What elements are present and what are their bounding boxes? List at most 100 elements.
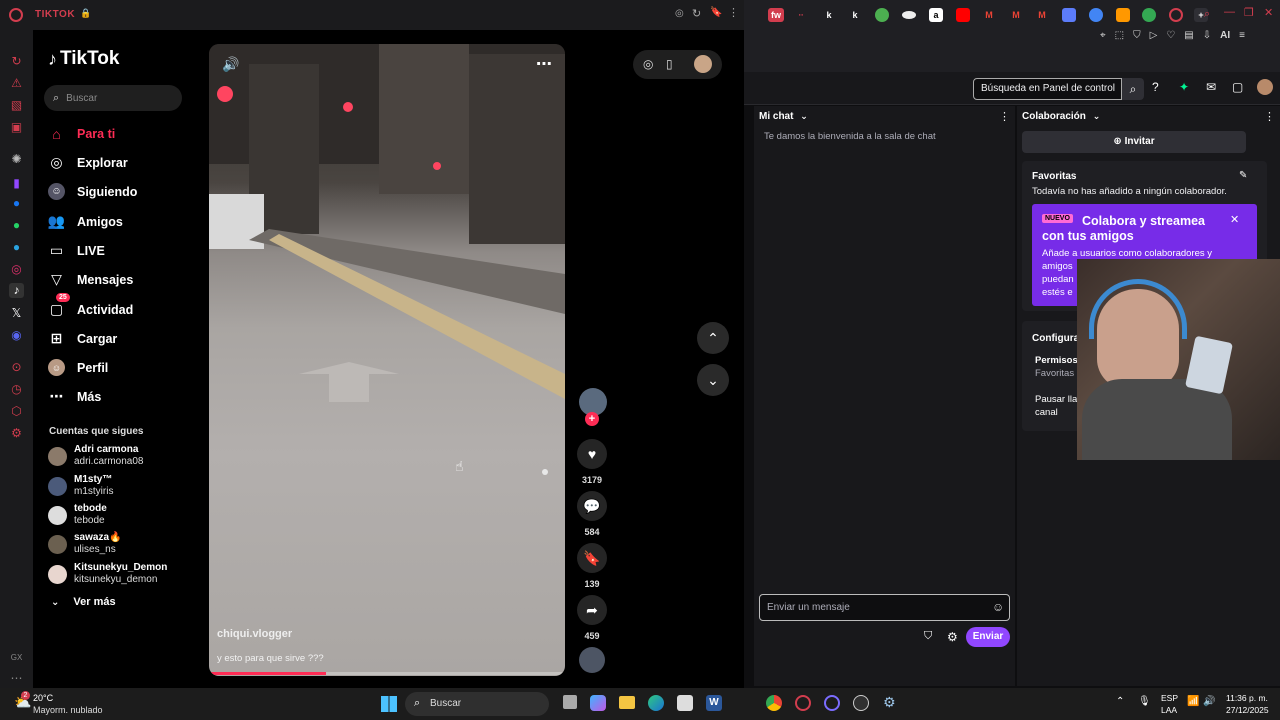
opera-gx-icon[interactable] [795,695,811,711]
video-progress-track[interactable] [209,672,565,675]
gmail-icon[interactable]: M [1009,8,1023,22]
previous-video-button[interactable]: ⌃ [697,322,729,354]
word-icon[interactable]: W [706,695,722,711]
wallet-icon[interactable]: ▤ [1184,30,1193,41]
volume-icon[interactable]: 🔊 [222,56,239,73]
extensions-icon[interactable]: ⬡ [9,404,24,419]
menu-icon[interactable]: ≡ [1239,30,1245,41]
ai-button[interactable]: AI [1220,30,1230,41]
send-button[interactable]: Enviar [966,627,1010,647]
following-item[interactable]: M1sty™ m1styiris [48,474,113,498]
nav-mas[interactable]: ⋯ Más [48,388,102,405]
chrome-icon[interactable] [766,695,782,711]
wifi-icon[interactable]: 📶 [1187,696,1199,707]
chrome-icon[interactable] [875,8,889,22]
copilot-icon[interactable] [590,695,606,711]
following-item[interactable]: Kitsunekyu_Demon kitsunekyu_demon [48,562,167,586]
google-icon[interactable] [1142,8,1156,22]
google-icon[interactable] [1089,8,1103,22]
see-more-button[interactable]: ⌄ Ver más [51,596,116,608]
obs-icon[interactable] [853,695,869,711]
download-icon[interactable]: ⇩ [1203,30,1211,41]
settings-icon[interactable]: ⚙ [9,426,24,441]
collab-menu-icon[interactable]: ⋮ [1264,110,1275,123]
search-tabs-icon[interactable]: ⌕ [1204,8,1210,21]
shield-icon[interactable]: ⛉ [1133,30,1141,41]
sparkle-icon[interactable]: ✦ [1179,80,1189,94]
task-view-icon[interactable] [563,695,577,709]
follow-plus-icon[interactable]: + [585,412,599,426]
close-icon[interactable]: ✕ [1264,6,1273,19]
tab-icon[interactable]: k [822,8,836,22]
tiktok-icon[interactable]: ♪ [9,283,24,298]
tab-icon[interactable]: k [848,8,862,22]
chat-input[interactable]: Enviar un mensaje ☺ [759,594,1010,621]
emoji-icon[interactable]: ☺ [992,600,1004,614]
reload-icon[interactable]: ↻ [692,7,701,20]
sidebar-app-icon[interactable]: ⚠ [9,76,24,91]
store-icon[interactable] [677,695,693,711]
chat-menu-icon[interactable]: ⋮ [999,110,1010,123]
tab-icon[interactable] [902,11,916,19]
tray-chevron-icon[interactable]: ⌃ [1116,696,1124,707]
following-item[interactable]: Adri carmona adri.carmona08 [48,444,143,468]
telegram-icon[interactable]: ● [9,240,24,255]
amazon-icon[interactable]: a [929,8,943,22]
nav-live[interactable]: ▭ LIVE [48,242,105,259]
tab-icon[interactable] [1062,8,1076,22]
tab-icon[interactable]: ∙∙ [794,8,808,22]
compass-icon[interactable]: ◎ [643,57,653,71]
search-button[interactable]: ⌕ [1122,78,1144,100]
avatar[interactable] [694,55,712,73]
avatar[interactable] [1257,79,1273,95]
start-icon[interactable] [381,696,397,712]
search-input[interactable]: Búsqueda en Panel de control [973,78,1122,100]
nav-explorar[interactable]: ◎ Explorar [48,154,127,171]
chat-settings-icon[interactable]: ⚙ [947,630,958,644]
chatgpt-icon[interactable]: ✺ [9,152,24,167]
twitch-icon[interactable]: ▮ [9,176,24,191]
tiktok-logo[interactable]: ♪ TikTok [48,48,119,70]
gx-icon[interactable]: GX [9,650,24,665]
nav-para-ti[interactable]: ⌂ Para ti [48,125,115,142]
language-code[interactable]: ESP [1161,693,1178,703]
mic-icon[interactable]: 🎙 [1138,696,1151,707]
messenger-icon[interactable]: ● [9,196,24,211]
invite-button[interactable]: ⊕ Invitar [1022,131,1246,153]
clock-time[interactable]: 11:36 p. m. [1226,693,1268,703]
minimize-icon[interactable]: — [1224,6,1235,18]
history-icon[interactable]: ◷ [9,382,24,397]
help-icon[interactable]: ? [1152,80,1159,94]
inbox-icon[interactable]: ✉ [1206,80,1216,94]
settings-icon[interactable]: ⚙ [883,694,896,711]
whatsapp-icon[interactable]: ● [9,218,24,233]
folder-icon[interactable] [619,696,635,709]
nav-mensajes[interactable]: ▽ Mensajes [48,271,133,288]
youtube-icon[interactable] [956,8,970,22]
weather-temp[interactable]: 20°C [33,693,53,703]
heart-icon[interactable]: ♡ [1166,30,1175,41]
chat-header[interactable]: Mi chat ⌄ [759,111,808,122]
messenger-icon[interactable]: ↻ [9,54,24,69]
whispers-icon[interactable]: ▢ [1232,80,1243,94]
pin-icon[interactable]: ⌖ [1100,30,1106,41]
opera-logo-icon[interactable] [9,8,23,22]
edge-icon[interactable] [648,695,664,711]
x-icon[interactable]: 𝕏 [9,306,24,321]
sidebar-app-icon[interactable]: ▣ [9,120,24,135]
app-icon[interactable] [824,695,840,711]
bookmark-icon[interactable]: 🔖 [710,7,722,18]
search-input[interactable]: Buscar [66,93,97,104]
maximize-icon[interactable]: ❐ [1244,6,1254,19]
gmail-icon[interactable]: M [1035,8,1049,22]
opera-icon[interactable] [1169,8,1183,22]
tab-title[interactable]: TIKTOK [35,9,75,20]
collab-header[interactable]: Colaboración ⌄ [1022,111,1100,122]
nav-perfil[interactable]: ☺ Perfil [48,359,108,376]
nav-actividad[interactable]: ▢ 25 Actividad [48,293,133,318]
volume-icon[interactable]: 🔊 [1203,696,1215,707]
player-icon[interactable]: ⊙ [9,360,24,375]
edit-icon[interactable]: ✎ [1239,170,1247,181]
following-item[interactable]: tebode tebode [48,503,107,527]
save-button[interactable]: 🔖 [577,543,607,573]
